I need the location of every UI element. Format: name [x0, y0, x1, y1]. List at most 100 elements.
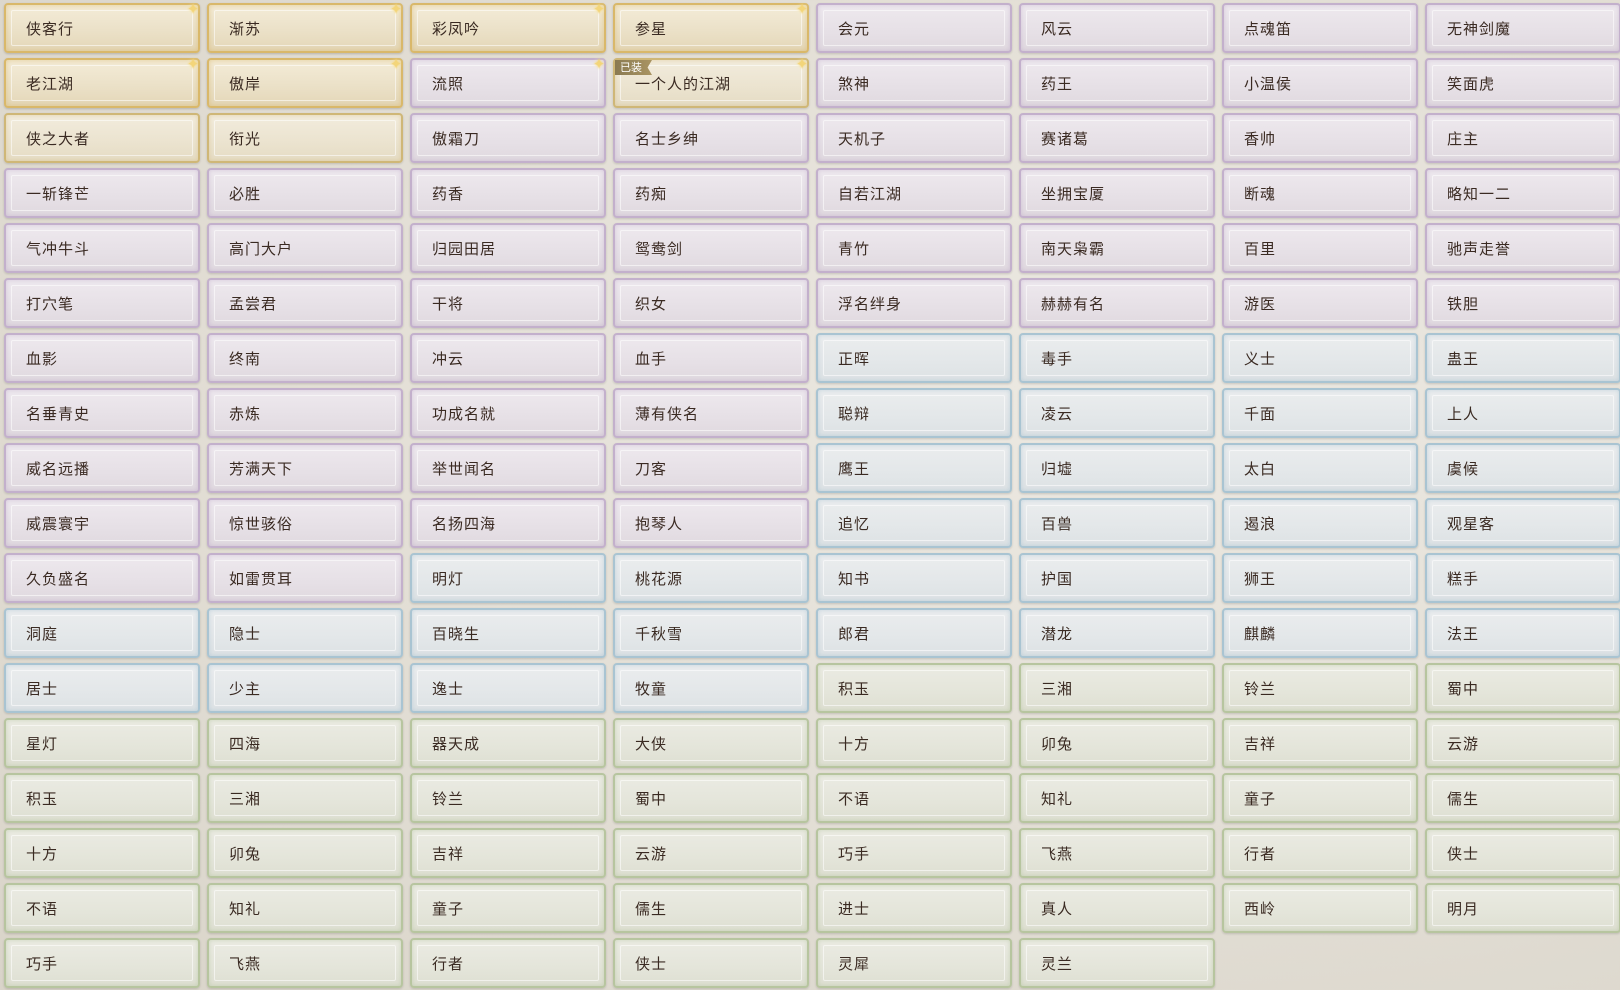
title-card[interactable]: 渐苏 ✦: [207, 1, 403, 53]
title-card[interactable]: 南天枭霸: [1019, 223, 1215, 273]
title-card[interactable]: 童子: [1222, 773, 1418, 823]
title-card[interactable]: 知礼: [1019, 773, 1215, 823]
title-card[interactable]: 浮名绊身: [816, 278, 1012, 328]
title-card[interactable]: 一斩锋芒: [4, 168, 200, 218]
title-card[interactable]: 巧手: [4, 938, 200, 988]
title-card[interactable]: 铃兰: [1222, 663, 1418, 713]
title-card[interactable]: 抱琴人: [613, 498, 809, 548]
title-card[interactable]: 鹰王: [816, 443, 1012, 493]
title-card[interactable]: 鸳鸯剑: [613, 223, 809, 273]
title-card[interactable]: 千面: [1222, 388, 1418, 438]
title-card[interactable]: 潜龙: [1019, 608, 1215, 658]
title-card[interactable]: 略知一二: [1425, 168, 1620, 218]
title-card[interactable]: 笑面虎: [1425, 58, 1620, 108]
title-card[interactable]: 吉祥: [1222, 718, 1418, 768]
title-card[interactable]: 断魂: [1222, 168, 1418, 218]
title-card[interactable]: 侠士: [613, 938, 809, 988]
title-card[interactable]: 星灯: [4, 718, 200, 768]
title-card[interactable]: 赛诸葛: [1019, 113, 1215, 163]
title-card[interactable]: 隐士: [207, 608, 403, 658]
title-card[interactable]: 已装 一个人的江湖 ✦: [613, 56, 809, 108]
title-card[interactable]: 气冲牛斗: [4, 223, 200, 273]
title-card[interactable]: 刀客: [613, 443, 809, 493]
title-card[interactable]: 进士: [816, 883, 1012, 933]
title-card[interactable]: 傲霜刀: [410, 113, 606, 163]
title-card[interactable]: 侠之大者: [4, 113, 200, 163]
title-card[interactable]: 法王: [1425, 608, 1620, 658]
title-card[interactable]: 儒生: [1425, 773, 1620, 823]
title-card[interactable]: 吉祥: [410, 828, 606, 878]
title-card[interactable]: 居士: [4, 663, 200, 713]
title-card[interactable]: 如雷贯耳: [207, 553, 403, 603]
title-card[interactable]: 护国: [1019, 553, 1215, 603]
title-card[interactable]: 必胜: [207, 168, 403, 218]
title-card[interactable]: 彩凤吟 ✦: [410, 1, 606, 53]
title-card[interactable]: 薄有侠名: [613, 388, 809, 438]
title-card[interactable]: 高门大户: [207, 223, 403, 273]
title-card[interactable]: 童子: [410, 883, 606, 933]
title-card[interactable]: 终南: [207, 333, 403, 383]
title-card[interactable]: 天机子: [816, 113, 1012, 163]
title-card[interactable]: 久负盛名: [4, 553, 200, 603]
title-card[interactable]: 参星 ✦: [613, 1, 809, 53]
title-card[interactable]: 四海: [207, 718, 403, 768]
title-card[interactable]: 庄主: [1425, 113, 1620, 163]
title-card[interactable]: 织女: [613, 278, 809, 328]
title-card[interactable]: 赤炼: [207, 388, 403, 438]
title-card[interactable]: 无神剑魔: [1425, 3, 1620, 53]
title-card[interactable]: 驰声走誉: [1425, 223, 1620, 273]
title-card[interactable]: 郎君: [816, 608, 1012, 658]
title-card[interactable]: 观星客: [1425, 498, 1620, 548]
title-card[interactable]: 百兽: [1019, 498, 1215, 548]
title-card[interactable]: 灵兰: [1019, 938, 1215, 988]
title-card[interactable]: 药香: [410, 168, 606, 218]
title-card[interactable]: 积玉: [4, 773, 200, 823]
title-card[interactable]: 云游: [613, 828, 809, 878]
title-card[interactable]: 不语: [816, 773, 1012, 823]
title-card[interactable]: 行者: [1222, 828, 1418, 878]
title-card[interactable]: 积玉: [816, 663, 1012, 713]
title-card[interactable]: 归墟: [1019, 443, 1215, 493]
title-card[interactable]: 少主: [207, 663, 403, 713]
title-card[interactable]: 十方: [816, 718, 1012, 768]
title-card[interactable]: 铁胆: [1425, 278, 1620, 328]
title-card[interactable]: 麒麟: [1222, 608, 1418, 658]
title-card[interactable]: 举世闻名: [410, 443, 606, 493]
title-card[interactable]: 灵犀: [816, 938, 1012, 988]
title-card[interactable]: 青竹: [816, 223, 1012, 273]
title-card[interactable]: 明月: [1425, 883, 1620, 933]
title-card[interactable]: 飞燕: [1019, 828, 1215, 878]
title-card[interactable]: 明灯: [410, 553, 606, 603]
title-card[interactable]: 威名远播: [4, 443, 200, 493]
title-card[interactable]: 蛊王: [1425, 333, 1620, 383]
title-card[interactable]: 真人: [1019, 883, 1215, 933]
title-card[interactable]: 不语: [4, 883, 200, 933]
title-card[interactable]: 百里: [1222, 223, 1418, 273]
title-card[interactable]: 小温侯: [1222, 58, 1418, 108]
title-card[interactable]: 香帅: [1222, 113, 1418, 163]
title-card[interactable]: 流照 ✦: [410, 56, 606, 108]
title-card[interactable]: 衔光: [207, 113, 403, 163]
title-card[interactable]: 药痴: [613, 168, 809, 218]
title-card[interactable]: 十方: [4, 828, 200, 878]
title-card[interactable]: 自若江湖: [816, 168, 1012, 218]
title-card[interactable]: 牧童: [613, 663, 809, 713]
title-card[interactable]: 正晖: [816, 333, 1012, 383]
title-card[interactable]: 百晓生: [410, 608, 606, 658]
title-card[interactable]: 蜀中: [613, 773, 809, 823]
title-card[interactable]: 煞神: [816, 58, 1012, 108]
title-card[interactable]: 风云: [1019, 3, 1215, 53]
title-card[interactable]: 毒手: [1019, 333, 1215, 383]
title-card[interactable]: 傲岸 ✦: [207, 56, 403, 108]
title-card[interactable]: 蜀中: [1425, 663, 1620, 713]
title-card[interactable]: 三湘: [207, 773, 403, 823]
title-card[interactable]: 知礼: [207, 883, 403, 933]
title-card[interactable]: 洞庭: [4, 608, 200, 658]
title-card[interactable]: 芳满天下: [207, 443, 403, 493]
title-card[interactable]: 侠客行 ✦: [4, 1, 200, 53]
title-card[interactable]: 血影: [4, 333, 200, 383]
title-card[interactable]: 巧手: [816, 828, 1012, 878]
title-card[interactable]: 知书: [816, 553, 1012, 603]
title-card[interactable]: 聪辩: [816, 388, 1012, 438]
title-card[interactable]: 侠士: [1425, 828, 1620, 878]
